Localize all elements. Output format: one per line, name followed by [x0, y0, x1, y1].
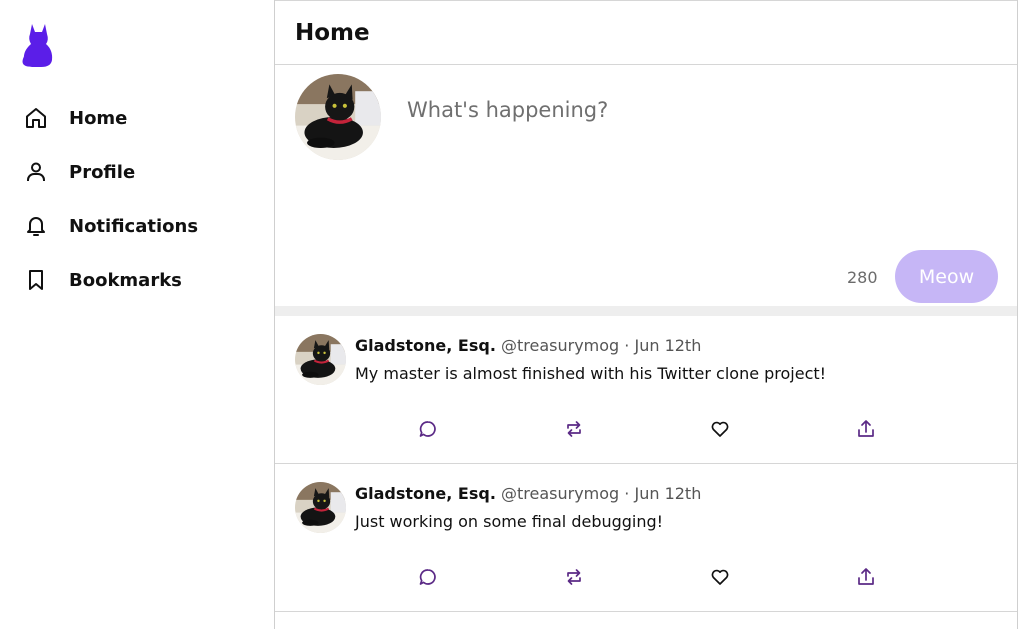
page-title: Home: [295, 19, 370, 46]
meta-separator: ·: [624, 336, 630, 355]
tweet-text: Just working on some final debugging!: [355, 512, 664, 531]
tweet-text: My master is almost finished with his Tw…: [355, 364, 827, 383]
tweet-date: Jun 12th: [634, 484, 702, 503]
main-feed: Home 280 Meow Gladstone, Esq. @treasurym…: [274, 0, 1018, 629]
composer: 280 Meow: [275, 65, 1017, 316]
author-name[interactable]: Gladstone, Esq.: [355, 484, 496, 503]
sidebar-item-profile[interactable]: Profile: [24, 156, 135, 188]
sidebar-item-bookmarks[interactable]: Bookmarks: [24, 264, 182, 296]
tweet-meta: Gladstone, Esq. @treasurymog · Jun 12th: [355, 484, 701, 503]
tweet[interactable]: Gladstone, Esq. @treasurymog · Jun 12th …: [275, 316, 1017, 464]
share-icon[interactable]: [855, 566, 877, 588]
tweet-actions: [417, 566, 887, 590]
avatar[interactable]: [295, 334, 346, 385]
like-icon[interactable]: [709, 566, 731, 588]
meta-separator: ·: [624, 484, 630, 503]
cat-logo-icon[interactable]: [22, 20, 56, 70]
avatar[interactable]: [295, 482, 346, 533]
char-counter: 280: [847, 268, 878, 287]
sidebar: Home Profile Notifications Bookmarks: [0, 0, 274, 629]
bookmark-icon: [24, 268, 48, 292]
page-header: Home: [275, 0, 1017, 65]
sidebar-item-notifications[interactable]: Notifications: [24, 210, 198, 242]
compose-input[interactable]: [407, 98, 967, 122]
author-handle[interactable]: @treasurymog: [501, 484, 619, 503]
author-handle[interactable]: @treasurymog: [501, 336, 619, 355]
home-icon: [24, 106, 48, 130]
tweet[interactable]: Gladstone, Esq. @treasurymog · Jun 12th …: [275, 464, 1017, 612]
meow-button[interactable]: Meow: [895, 250, 998, 303]
share-icon[interactable]: [855, 418, 877, 440]
tweet-meta: Gladstone, Esq. @treasurymog · Jun 12th: [355, 336, 701, 355]
sidebar-item-label: Notifications: [69, 215, 199, 237]
retweet-icon[interactable]: [563, 418, 585, 440]
tweet-date: Jun 12th: [634, 336, 702, 355]
avatar: [295, 74, 381, 160]
sidebar-item-label: Profile: [69, 161, 136, 183]
author-name[interactable]: Gladstone, Esq.: [355, 336, 496, 355]
tweet-actions: [417, 418, 887, 442]
sidebar-item-label: Bookmarks: [69, 269, 182, 291]
bell-icon: [24, 214, 48, 238]
retweet-icon[interactable]: [563, 566, 585, 588]
sidebar-item-home[interactable]: Home: [24, 102, 127, 134]
sidebar-item-label: Home: [69, 107, 128, 129]
reply-icon[interactable]: [417, 566, 439, 588]
person-icon: [24, 160, 48, 184]
like-icon[interactable]: [709, 418, 731, 440]
reply-icon[interactable]: [417, 418, 439, 440]
